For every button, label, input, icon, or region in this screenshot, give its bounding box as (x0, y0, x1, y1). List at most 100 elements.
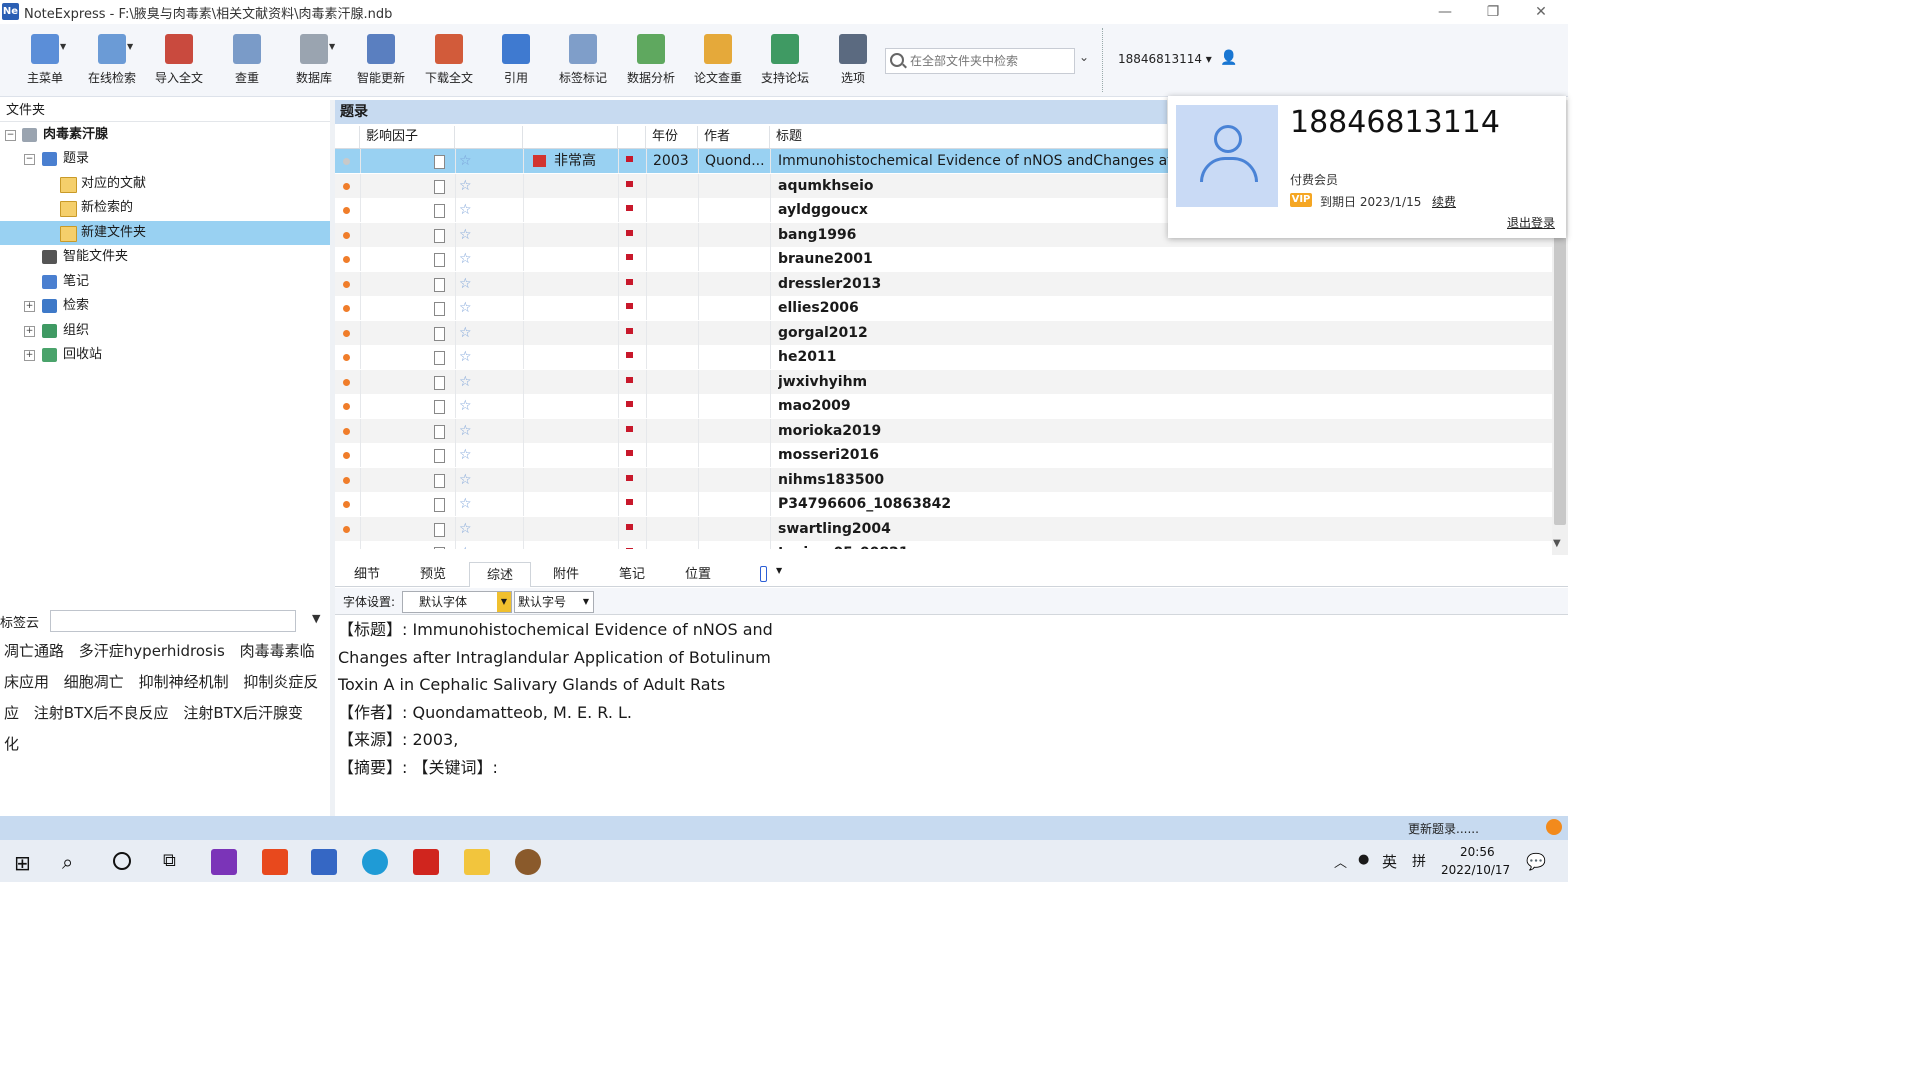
close-icon[interactable]: ✕ (1518, 0, 1564, 24)
tag-item[interactable]: 抑制神经机制 (139, 673, 229, 691)
column-year[interactable]: 年份 (646, 126, 698, 148)
user-icon[interactable]: 👤 (1220, 50, 1237, 68)
read-status-icon[interactable] (343, 476, 350, 484)
document-icon[interactable] (434, 351, 445, 365)
tab-3[interactable]: 附件 (536, 562, 596, 586)
toolbar-button-10[interactable]: 论文查重 (685, 24, 751, 96)
flag-icon[interactable] (626, 303, 633, 309)
status-indicator-icon[interactable] (1546, 819, 1562, 835)
flag-icon[interactable] (626, 450, 633, 456)
ime-language[interactable]: 英 (1382, 851, 1397, 872)
tab-1[interactable]: 预览 (403, 562, 463, 586)
search-icon[interactable]: ⌕ (62, 850, 73, 874)
flag-icon[interactable] (626, 205, 633, 211)
file-explorer-icon[interactable] (464, 849, 490, 875)
star-icon[interactable]: ☆ (459, 223, 472, 247)
flag-icon[interactable] (626, 229, 633, 236)
tree-item[interactable]: − 肉毒素汗腺 (0, 123, 330, 147)
font-size-select[interactable]: 默认字号 ▼ (514, 591, 594, 613)
search-input[interactable] (908, 51, 1072, 71)
onenote-icon[interactable] (211, 849, 237, 875)
flag-icon[interactable] (626, 499, 633, 505)
star-icon[interactable]: ☆ (459, 247, 472, 271)
star-icon[interactable]: ☆ (459, 443, 472, 467)
flag-icon[interactable] (626, 352, 633, 358)
table-row[interactable]: ☆ morioka2019 (335, 418, 1552, 443)
star-icon[interactable]: ☆ (459, 419, 472, 443)
tag-item[interactable]: 细胞凋亡 (64, 673, 124, 691)
flag-icon[interactable] (626, 376, 633, 383)
toolbar-button-0[interactable]: 主菜单 ▼ (12, 24, 78, 96)
minimize-icon[interactable]: — (1422, 0, 1468, 24)
cortana-icon[interactable] (113, 852, 131, 870)
tree-item[interactable]: + 回收站 (0, 343, 330, 367)
read-status-icon[interactable] (343, 231, 350, 239)
document-icon[interactable] (434, 326, 445, 341)
chevron-down-icon[interactable]: ▼ (312, 612, 320, 625)
star-icon[interactable]: ☆ (459, 468, 472, 492)
read-status-icon[interactable] (343, 354, 350, 361)
column-flag[interactable] (618, 126, 646, 148)
read-status-icon[interactable] (343, 378, 350, 386)
star-icon[interactable]: ☆ (459, 198, 472, 222)
flag-icon[interactable] (626, 254, 633, 260)
document-icon[interactable] (434, 155, 445, 169)
tab-0[interactable]: 细节 (337, 562, 397, 586)
star-icon[interactable]: ☆ (459, 541, 472, 549)
table-row[interactable]: ☆ P34796606_10863842 (335, 492, 1552, 516)
tag-item[interactable]: 多汗症hyperhidrosis (79, 642, 225, 660)
star-icon[interactable]: ☆ (459, 272, 472, 296)
read-status-icon[interactable] (343, 525, 350, 533)
toolbar-button-6[interactable]: 下载全文 (416, 24, 482, 96)
star-icon[interactable]: ☆ (459, 296, 472, 320)
star-icon[interactable]: ☆ (459, 517, 472, 541)
table-row[interactable]: ☆ he2011 (335, 345, 1552, 369)
document-icon[interactable] (434, 204, 445, 218)
document-icon[interactable] (434, 400, 445, 414)
table-row[interactable]: ☆ toxins_05_00821 (335, 541, 1552, 549)
office-icon[interactable] (262, 849, 288, 875)
tree-item[interactable]: 智能文件夹 (0, 245, 330, 269)
toolbar-button-11[interactable]: 支持论坛 (752, 24, 818, 96)
document-icon[interactable] (434, 498, 445, 512)
chevron-down-icon[interactable]: ⌄ (1076, 50, 1092, 70)
star-icon[interactable]: ☆ (459, 345, 472, 369)
collapse-icon[interactable]: − (24, 154, 35, 165)
chevron-down-icon[interactable]: ▼ (329, 42, 335, 51)
document-icon[interactable] (434, 375, 445, 390)
table-row[interactable]: ☆ gorgal2012 (335, 320, 1552, 345)
flag-icon[interactable] (626, 523, 633, 530)
document-icon[interactable] (434, 228, 445, 243)
read-status-icon[interactable] (343, 501, 350, 508)
account-dropdown[interactable]: 18846813114 ▾ (1118, 52, 1212, 66)
column-author[interactable]: 作者 (698, 126, 770, 148)
toolbar-button-2[interactable]: 导入全文 (146, 24, 212, 96)
chevron-down-icon[interactable]: ▼ (60, 42, 66, 51)
chevron-down-icon[interactable]: ▼ (127, 42, 133, 51)
table-row[interactable]: ☆ mao2009 (335, 394, 1552, 418)
game-app-icon[interactable] (515, 849, 541, 875)
column-impact[interactable]: 影响因子 (360, 126, 455, 148)
scroll-down-icon[interactable]: ▼ (1553, 538, 1561, 549)
noteexpress-icon[interactable] (311, 849, 337, 875)
tree-item[interactable]: 笔记 (0, 270, 330, 294)
font-family-select[interactable]: 默认字体 ▼ (402, 591, 512, 613)
clock-date[interactable]: 2022/10/17 (1441, 863, 1510, 877)
collapse-icon[interactable]: − (5, 130, 16, 141)
document-icon[interactable] (434, 253, 445, 267)
tag-item[interactable]: 注射BTX后不良反应 (34, 704, 169, 722)
document-icon[interactable] (434, 547, 445, 549)
toolbar-button-7[interactable]: 引用 (483, 24, 549, 96)
flag-icon[interactable] (626, 156, 633, 162)
column-attachment[interactable] (455, 126, 523, 148)
document-icon[interactable] (434, 277, 445, 292)
document-icon[interactable] (434, 449, 445, 463)
toolbar-button-5[interactable]: 智能更新 (348, 24, 414, 96)
tree-item[interactable]: − 题录 (0, 147, 330, 171)
document-icon[interactable] (434, 424, 445, 439)
edge-icon[interactable] (362, 849, 388, 875)
tab-4[interactable]: 笔记 (602, 562, 662, 586)
windows-start-icon[interactable]: ⊞ (14, 851, 31, 875)
tree-item[interactable]: + 检索 (0, 294, 330, 318)
document-icon[interactable] (434, 179, 445, 194)
